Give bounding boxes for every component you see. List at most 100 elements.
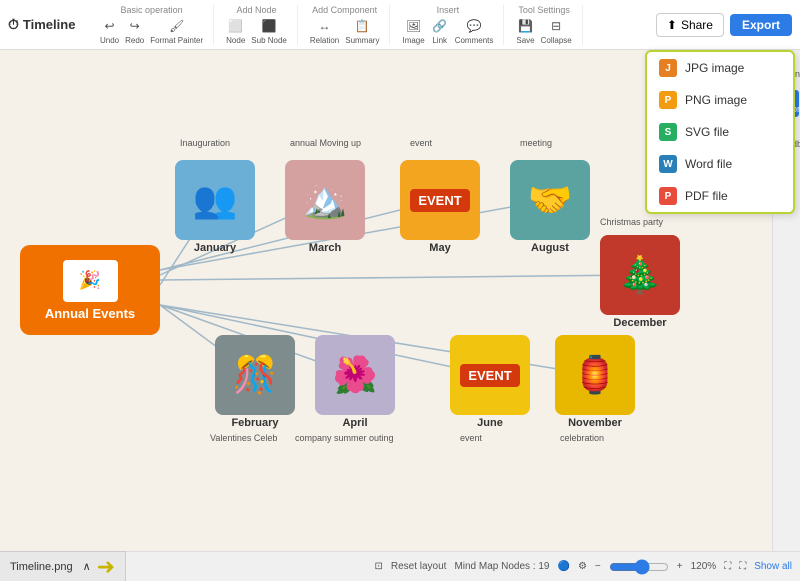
save-btn[interactable]: 💾Save [516,17,534,45]
png-icon: P [659,91,677,109]
add-node-label: Add Node [237,5,277,15]
node-march[interactable]: annual Moving up 🏔️ March [285,160,365,254]
redo-btn[interactable]: ↪Redo [125,17,144,45]
insert-section: Insert 🖼Image 🔗Link 💬Comments [402,5,504,45]
june-annotation: event [460,433,482,443]
export-svg[interactable]: S SVG file [647,116,793,148]
node-btn[interactable]: ⬜Node [226,17,245,45]
node-april[interactable]: 🌺 April company summer outing [315,335,395,429]
august-box: 🤝 [510,160,590,240]
export-png[interactable]: P PNG image [647,84,793,116]
december-annotation: Christmas party [600,217,663,227]
share-icon: ⬆ [667,18,677,32]
basic-operation-label: Basic operation [121,5,183,15]
file-tab[interactable]: Timeline.png ∧ ➜ [0,551,126,581]
nodes-icon: 🔵 [558,561,570,572]
january-label: January [194,242,236,254]
show-all-btn[interactable]: Show all [754,561,792,572]
august-label: August [531,242,569,254]
february-annotation: Valentines Celeb [210,433,277,443]
node-august[interactable]: meeting 🤝 August [510,160,590,254]
summary-btn[interactable]: 📋Summary [345,17,379,45]
export-pdf[interactable]: P PDF file [647,180,793,212]
export-word[interactable]: W Word file [647,148,793,180]
format-painter-btn[interactable]: 🖌Format Painter [150,17,203,45]
april-box: 🌺 [315,335,395,415]
node-january[interactable]: Inauguration 👥 January [175,160,255,254]
fit-icon[interactable]: ⛶ [724,561,731,572]
tool-settings-section: Tool Settings 💾Save ⊟Collapse [516,5,582,45]
export-jpg[interactable]: J JPG image [647,52,793,84]
settings-icon[interactable]: ⚙ [578,561,587,572]
statusbar-right: ⊡ Reset layout Mind Map Nodes : 19 🔵 ⚙ −… [374,559,792,575]
undo-btn[interactable]: ↩Undo [100,17,119,45]
relation-btn[interactable]: ↔Relation [310,17,339,45]
may-event-text: EVENT [410,189,469,212]
toolbar-right: ⬆ Share Export [656,13,792,37]
sub-node-btn[interactable]: ⬛Sub Node [251,17,287,45]
august-annotation: meeting [520,138,552,148]
march-box: 🏔️ [285,160,365,240]
june-event-text: EVENT [460,364,519,387]
april-annotation: company summer outing [295,433,394,443]
word-icon: W [659,155,677,173]
collapse-btn[interactable]: ⊟Collapse [541,17,572,45]
image-btn[interactable]: 🖼Image [402,17,424,45]
june-label: June [477,417,503,429]
nodes-label: Mind Map Nodes : 19 [454,561,549,572]
basic-operation-section: Basic operation ↩Undo ↪Redo 🖌Format Pain… [100,5,214,45]
november-icon: 🏮 [573,354,618,396]
april-icon: 🌺 [333,354,378,396]
node-june[interactable]: EVENT June event [450,335,530,429]
november-box: 🏮 [555,335,635,415]
tool-settings-label: Tool Settings [518,5,570,15]
january-icon: 👥 [193,179,238,221]
toolbar: ⏱ Timeline Basic operation ↩Undo ↪Redo 🖌… [0,0,800,50]
fullscreen-icon[interactable]: ⛶ [739,561,746,572]
app-title: ⏱ Timeline [8,16,88,33]
zoom-out-icon[interactable]: − [595,561,601,572]
export-button[interactable]: Export [730,14,792,36]
comments-btn[interactable]: 💬Comments [455,17,494,45]
zoom-in-icon[interactable]: + [677,561,683,572]
march-icon: 🏔️ [303,179,348,221]
node-may[interactable]: event EVENT May [400,160,480,254]
node-february[interactable]: 🎊 February Valentines Celeb [215,335,295,429]
november-annotation: celebration [560,433,604,443]
january-box: 👥 [175,160,255,240]
april-label: April [342,417,367,429]
may-label: May [429,242,450,254]
november-label: November [568,417,622,429]
march-label: March [309,242,341,254]
central-icon: 🎉 [63,260,118,302]
share-button[interactable]: ⬆ Share [656,13,724,37]
reset-layout-btn[interactable]: ⊡ [374,561,382,572]
may-box: EVENT [400,160,480,240]
add-component-label: Add Component [312,5,377,15]
jpg-icon: J [659,59,677,77]
file-tab-close[interactable]: ∧ [83,560,91,573]
reset-layout-label: Reset layout [391,561,447,572]
insert-label: Insert [437,5,460,15]
link-btn[interactable]: 🔗Link [431,17,449,45]
december-label: December [613,317,666,329]
may-annotation: event [410,138,432,148]
export-dropdown: J JPG image P PNG image S SVG file W Wor… [645,50,795,214]
august-icon: 🤝 [528,179,573,221]
march-annotation: annual Moving up [290,138,361,148]
add-node-section: Add Node ⬜Node ⬛Sub Node [226,5,298,45]
zoom-level: 120% [691,561,717,572]
add-component-section: Add Component ↔Relation 📋Summary [310,5,391,45]
file-tab-name: Timeline.png [10,561,73,573]
central-label: Annual Events [45,306,135,321]
node-december[interactable]: Christmas party 🎄 December [600,235,680,329]
february-box: 🎊 [215,335,295,415]
central-node[interactable]: 🎉 Annual Events [20,245,160,335]
june-box: EVENT [450,335,530,415]
january-annotation: Inauguration [180,138,230,148]
zoom-slider[interactable] [609,559,669,575]
february-label: February [231,417,278,429]
file-tab-arrow: ➜ [97,554,115,580]
february-icon: 🎊 [233,354,278,396]
node-november[interactable]: 🏮 November celebration [555,335,635,429]
